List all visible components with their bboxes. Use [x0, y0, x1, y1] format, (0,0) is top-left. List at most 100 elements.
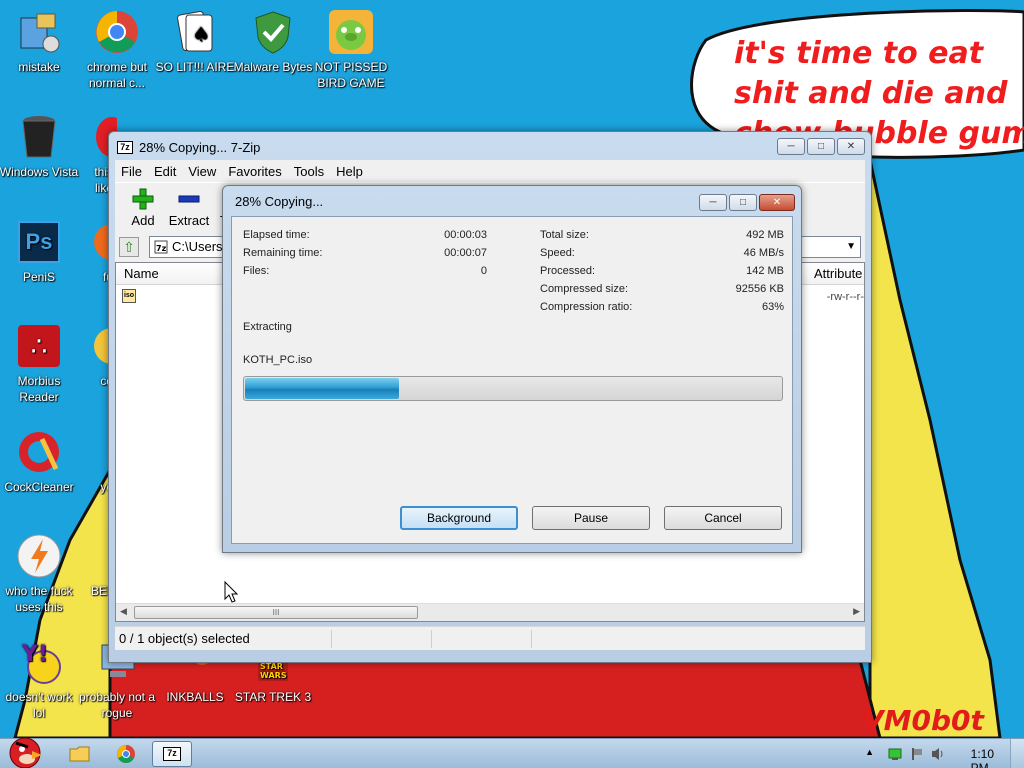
- network-icon[interactable]: [888, 747, 902, 761]
- menu-favorites[interactable]: Favorites: [222, 164, 287, 179]
- operation-label: Extracting: [243, 321, 292, 333]
- pause-button[interactable]: Pause: [532, 506, 650, 530]
- status-bar: 0 / 1 object(s) selected: [115, 626, 865, 650]
- yahoo-icon: Y!: [15, 638, 63, 686]
- dialog-maximize-button[interactable]: □: [729, 194, 757, 211]
- menu-help[interactable]: Help: [330, 164, 369, 179]
- maximize-button[interactable]: □: [807, 138, 835, 155]
- speed-value: 46 MB/s: [743, 247, 784, 259]
- show-hidden-icons-icon[interactable]: ▲: [865, 747, 874, 757]
- show-desktop-button[interactable]: [1010, 739, 1024, 768]
- taskbar-explorer-button[interactable]: [60, 741, 100, 767]
- current-filename: KOTH_PC.iso: [243, 354, 313, 366]
- desktop-icon-penis[interactable]: Ps PeniS: [0, 218, 79, 285]
- processed-label: Processed:: [540, 265, 596, 277]
- scroll-left-icon[interactable]: ◀: [120, 606, 127, 617]
- size-info: Total size: 492 MB Speed: 46 MB/s Proces…: [540, 229, 784, 319]
- trash-icon: [15, 113, 63, 161]
- background-button[interactable]: Background: [400, 506, 518, 530]
- menu-edit[interactable]: Edit: [148, 164, 182, 179]
- remaining-time-value: 00:00:07: [444, 247, 487, 259]
- taskbar-chrome-button[interactable]: [106, 741, 146, 767]
- extract-button[interactable]: Extract: [165, 187, 213, 228]
- desktop-icon-malwarebytes[interactable]: Malware Bytes: [233, 8, 313, 75]
- main-titlebar[interactable]: 7z 28% Copying... 7-Zip ─ □ ✕: [109, 132, 871, 162]
- close-icon: ✕: [846, 141, 856, 152]
- menu-view[interactable]: View: [182, 164, 222, 179]
- desktop-icon-not-pissed-bird[interactable]: NOT PISSED BIRD GAME: [311, 8, 391, 91]
- signature-text: VM0b0t: [862, 704, 984, 737]
- compressed-size-value: 92556 KB: [735, 283, 784, 295]
- desktop-icon-morbius-reader[interactable]: ∴ Morbius Reader: [0, 322, 79, 405]
- angry-bird-icon: [9, 737, 42, 768]
- horizontal-scrollbar[interactable]: ◀ III ▶: [116, 603, 864, 621]
- taskbar-clock[interactable]: 1:10 PM: [971, 747, 994, 768]
- column-name[interactable]: Name: [124, 266, 159, 281]
- archive-icon: 7z: [154, 240, 168, 260]
- progress-dialog[interactable]: 28% Copying... ─ □ ✕ Elapsed time: 00:00…: [222, 185, 802, 553]
- photoshop-icon: Ps: [15, 218, 63, 266]
- minimize-button[interactable]: ─: [777, 138, 805, 155]
- start-button[interactable]: [2, 731, 48, 768]
- close-button[interactable]: ✕: [837, 138, 865, 155]
- sevenzip-app-icon: 7z: [117, 140, 133, 154]
- cancel-button[interactable]: Cancel: [664, 506, 782, 530]
- volume-icon[interactable]: [930, 746, 946, 762]
- dialog-close-button[interactable]: ✕: [759, 194, 795, 211]
- desktop-icon-mistake[interactable]: mistake: [0, 8, 79, 75]
- speed-label: Speed:: [540, 247, 575, 259]
- shield-icon: [249, 8, 297, 56]
- column-attributes[interactable]: Attribute: [814, 266, 862, 281]
- iso-file-icon[interactable]: iso: [122, 289, 136, 303]
- mouse-cursor-icon: [224, 581, 239, 603]
- minimize-icon: ─: [709, 197, 717, 208]
- folder-up-button[interactable]: ⇧: [119, 237, 139, 257]
- progress-bar: [243, 376, 783, 401]
- taskbar: 7z ▲ 1:10 PM: [0, 737, 1024, 768]
- status-text: 0 / 1 object(s) selected: [119, 631, 250, 646]
- folder-up-icon: ⇧: [123, 239, 135, 255]
- remaining-time-label: Remaining time:: [243, 247, 323, 259]
- taskbar-7zip-button[interactable]: 7z: [152, 741, 192, 767]
- maximize-icon: □: [817, 141, 825, 152]
- svg-text:Y!: Y!: [21, 642, 48, 667]
- chrome-icon: [117, 745, 135, 763]
- svg-text:7z: 7z: [156, 244, 167, 253]
- path-text: C:\Users\: [172, 239, 227, 254]
- compression-ratio-value: 63%: [761, 301, 784, 313]
- chrome-icon: [93, 8, 141, 56]
- scroll-right-icon[interactable]: ▶: [853, 606, 860, 617]
- file-attributes: -rw-r--r-: [826, 291, 864, 303]
- time-info: Elapsed time: 00:00:03 Remaining time: 0…: [243, 229, 487, 289]
- pig-icon: [327, 8, 375, 56]
- desktop-icon-windows-vista[interactable]: Windows Vista: [0, 113, 79, 180]
- dialog-title: 28% Copying...: [235, 193, 324, 209]
- status-divider: [431, 630, 432, 648]
- menu-file[interactable]: File: [115, 164, 148, 179]
- elapsed-time-label: Elapsed time:: [243, 229, 310, 241]
- desktop-icon-chrome[interactable]: chrome but normal c...: [77, 8, 157, 91]
- menu-tools[interactable]: Tools: [288, 164, 330, 179]
- dialog-titlebar[interactable]: 28% Copying... ─ □ ✕: [223, 186, 801, 216]
- menu-bar: File Edit View Favorites Tools Help: [115, 160, 865, 182]
- action-center-flag-icon[interactable]: [910, 747, 924, 761]
- elapsed-time-value: 00:00:03: [444, 229, 487, 241]
- scroll-thumb[interactable]: III: [134, 606, 418, 619]
- total-size-label: Total size:: [540, 229, 589, 241]
- sevenzip-app-icon: 7z: [163, 747, 181, 761]
- files-label: Files:: [243, 265, 270, 277]
- desktop-icon-doesnt-work[interactable]: Y! doesn't work lol: [0, 638, 79, 721]
- close-icon: ✕: [772, 197, 782, 208]
- folder-icon: [69, 746, 90, 762]
- files-value: 0: [480, 265, 487, 277]
- dialog-minimize-button[interactable]: ─: [699, 194, 727, 211]
- tools-icon: [15, 8, 63, 56]
- minus-icon: [177, 187, 201, 211]
- add-button[interactable]: Add: [125, 187, 161, 228]
- desktop-icon-solitaire[interactable]: ♠ SO LIT!!! AIRE: [155, 8, 235, 75]
- path-dropdown-icon[interactable]: ▼: [846, 237, 856, 257]
- minimize-icon: ─: [787, 141, 795, 152]
- solitaire-icon: ♠: [171, 8, 219, 56]
- desktop-icon-cockcleaner[interactable]: CockCleaner: [0, 428, 79, 495]
- desktop-icon-who-uses-this[interactable]: who the fuck uses this: [0, 532, 79, 615]
